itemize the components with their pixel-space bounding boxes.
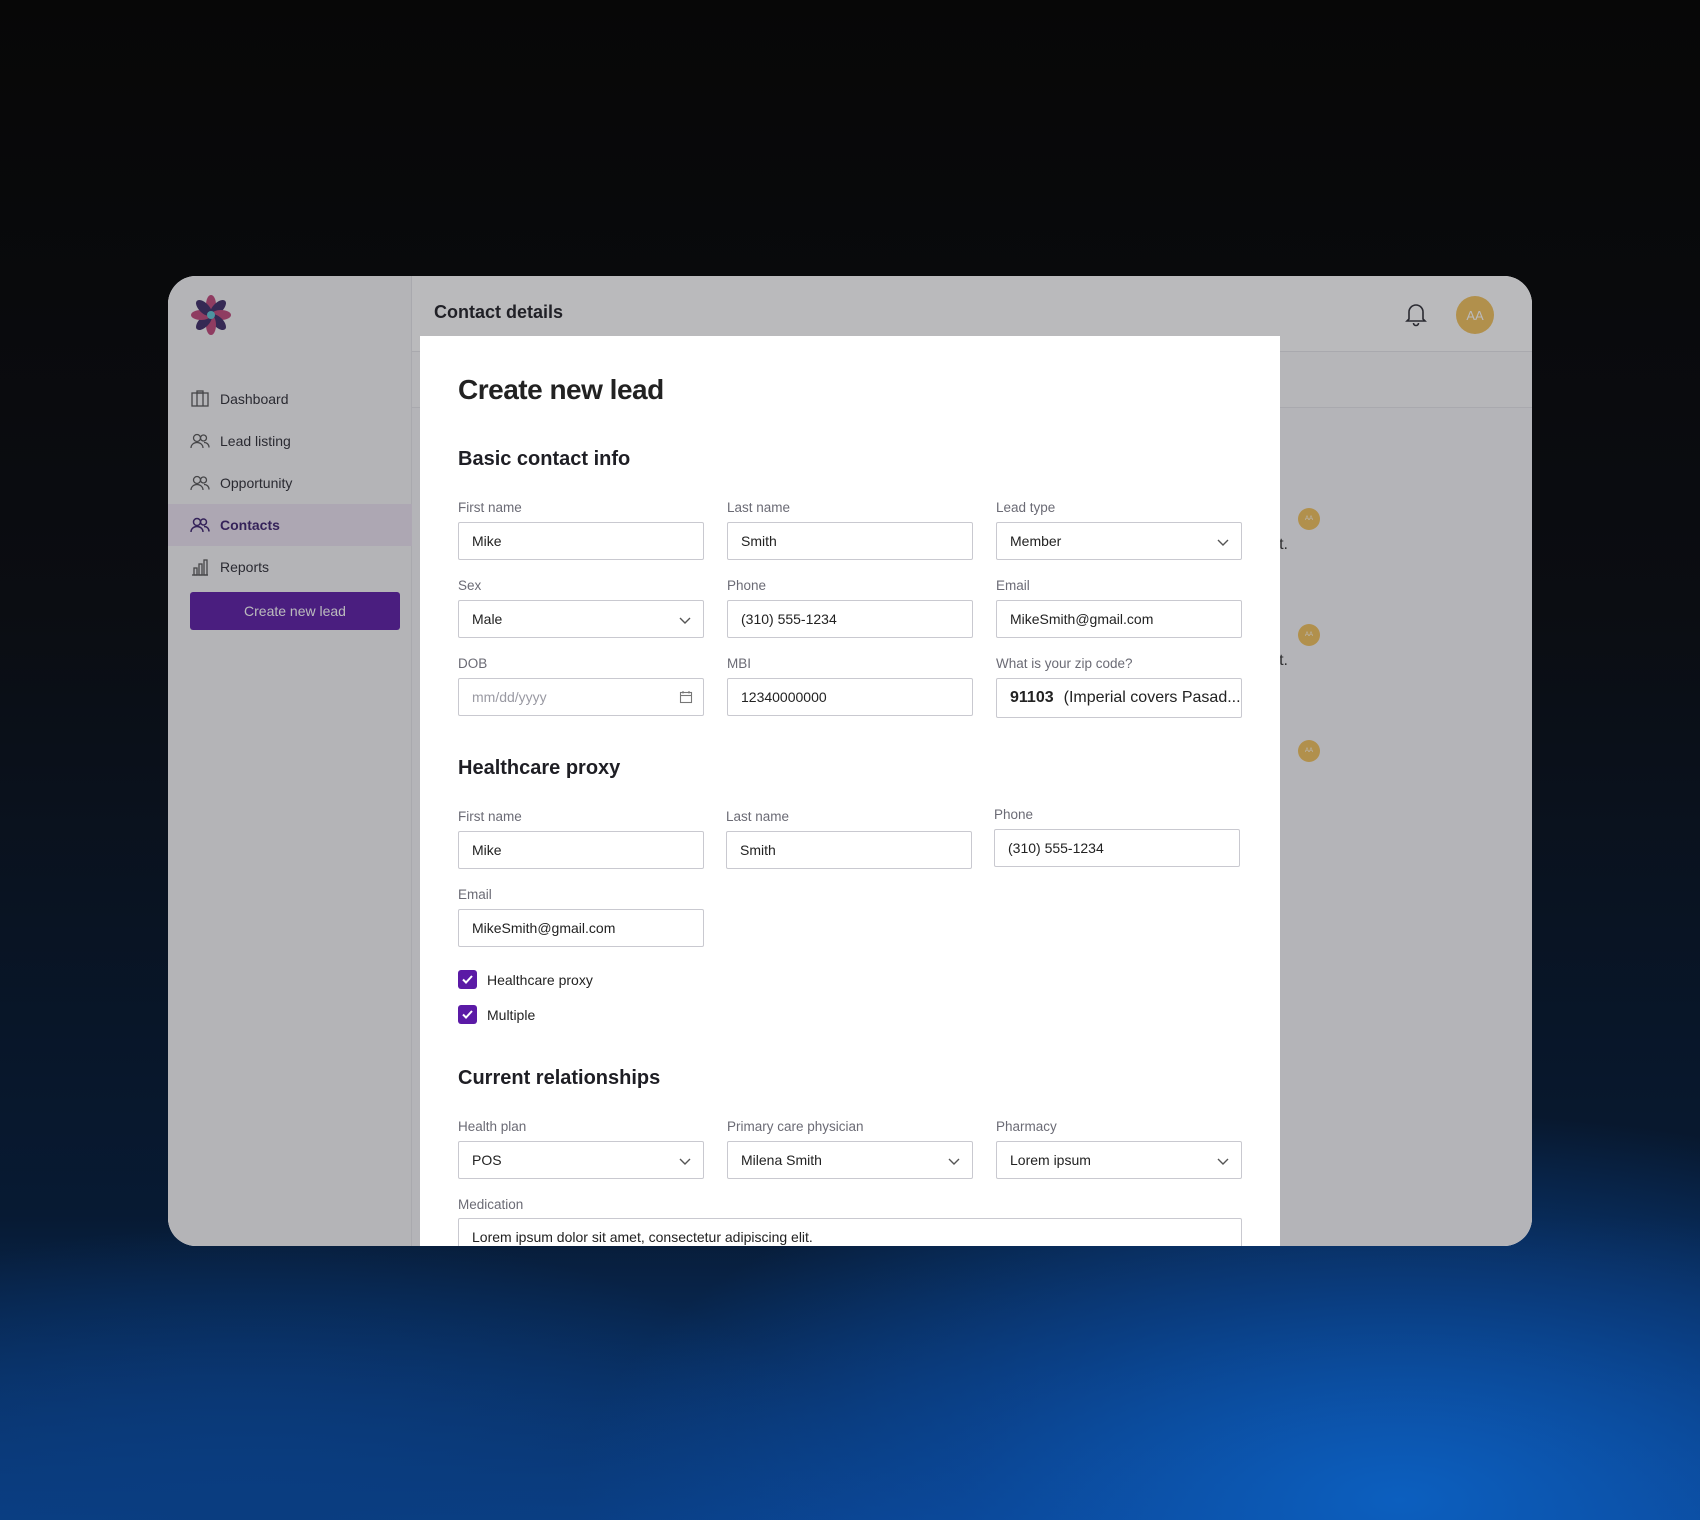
proxy-email-label: Email [458, 887, 492, 902]
health-plan-select[interactable]: POS [458, 1141, 704, 1179]
healthcare-proxy-checkbox[interactable] [458, 970, 477, 989]
calendar-icon[interactable] [679, 690, 693, 704]
healthcare-proxy-checkbox-row[interactable]: Healthcare proxy [458, 970, 593, 989]
proxy-email-field[interactable]: MikeSmith@gmail.com [458, 909, 704, 947]
checkmark-icon [462, 1010, 473, 1019]
dob-field[interactable]: mm/dd/yyyy [458, 678, 704, 716]
zip-label: What is your zip code? [996, 656, 1133, 671]
chevron-down-icon [679, 617, 691, 624]
mbi-label: MBI [727, 656, 752, 671]
zip-code-value: 91103 [1010, 689, 1054, 706]
dob-placeholder: mm/dd/yyyy [472, 689, 547, 705]
section-title-relationships: Current relationships [458, 1067, 661, 1089]
chevron-down-icon [1217, 539, 1229, 546]
chevron-down-icon [679, 1158, 691, 1165]
chevron-down-icon [948, 1158, 960, 1165]
healthcare-proxy-checkbox-label: Healthcare proxy [487, 971, 593, 988]
first-name-field[interactable]: Mike [458, 522, 704, 560]
create-lead-modal: Create new lead Basic contact info First… [420, 336, 1280, 1246]
sex-select[interactable]: Male [458, 600, 704, 638]
last-name-label: Last name [727, 500, 791, 515]
phone-label: Phone [727, 578, 767, 593]
lead-type-select[interactable]: Member [996, 522, 1242, 560]
email-label: Email [996, 578, 1030, 593]
sex-label: Sex [458, 578, 482, 593]
lead-type-label: Lead type [996, 500, 1056, 515]
email-field[interactable]: MikeSmith@gmail.com [996, 600, 1242, 638]
lead-type-value: Member [1010, 533, 1062, 549]
pharmacy-value: Lorem ipsum [1010, 1152, 1091, 1168]
checkmark-icon [462, 975, 473, 984]
last-name-field[interactable]: Smith [727, 522, 973, 560]
mbi-field[interactable]: 12340000000 [727, 678, 973, 716]
first-name-label: First name [458, 500, 522, 515]
app-window: Dashboard Lead listing Opportunity Conta… [168, 276, 1532, 1246]
proxy-phone-label: Phone [994, 807, 1034, 822]
proxy-first-name-field[interactable]: Mike [458, 831, 704, 869]
chevron-down-icon [1217, 1158, 1229, 1165]
pharmacy-label: Pharmacy [996, 1119, 1057, 1134]
proxy-phone-field[interactable]: (310) 555-1234 [994, 829, 1240, 867]
section-title-basic: Basic contact info [458, 448, 631, 470]
pharmacy-select[interactable]: Lorem ipsum [996, 1141, 1242, 1179]
proxy-first-name-label: First name [458, 809, 522, 824]
multiple-checkbox-row[interactable]: Multiple [458, 1005, 535, 1024]
medication-label: Medication [458, 1197, 524, 1212]
pcp-select[interactable]: Milena Smith [727, 1141, 973, 1179]
health-plan-value: POS [472, 1152, 502, 1168]
proxy-last-name-field[interactable]: Smith [726, 831, 972, 869]
health-plan-label: Health plan [458, 1119, 527, 1134]
section-title-proxy: Healthcare proxy [458, 757, 621, 779]
dob-label: DOB [458, 656, 488, 671]
medication-textarea[interactable]: Lorem ipsum dolor sit amet, consectetur … [458, 1218, 1242, 1246]
zip-area-value: (Imperial covers Pasad... [1063, 689, 1241, 706]
proxy-last-name-label: Last name [726, 809, 790, 824]
pcp-label: Primary care physician [727, 1119, 864, 1134]
sex-value: Male [472, 611, 503, 627]
multiple-checkbox[interactable] [458, 1005, 477, 1024]
pcp-value: Milena Smith [741, 1152, 822, 1168]
multiple-checkbox-label: Multiple [487, 1006, 536, 1023]
zip-field[interactable]: 91103 (Imperial covers Pasad... [996, 678, 1242, 718]
phone-field[interactable]: (310) 555-1234 [727, 600, 973, 638]
modal-title: Create new lead [458, 374, 664, 405]
